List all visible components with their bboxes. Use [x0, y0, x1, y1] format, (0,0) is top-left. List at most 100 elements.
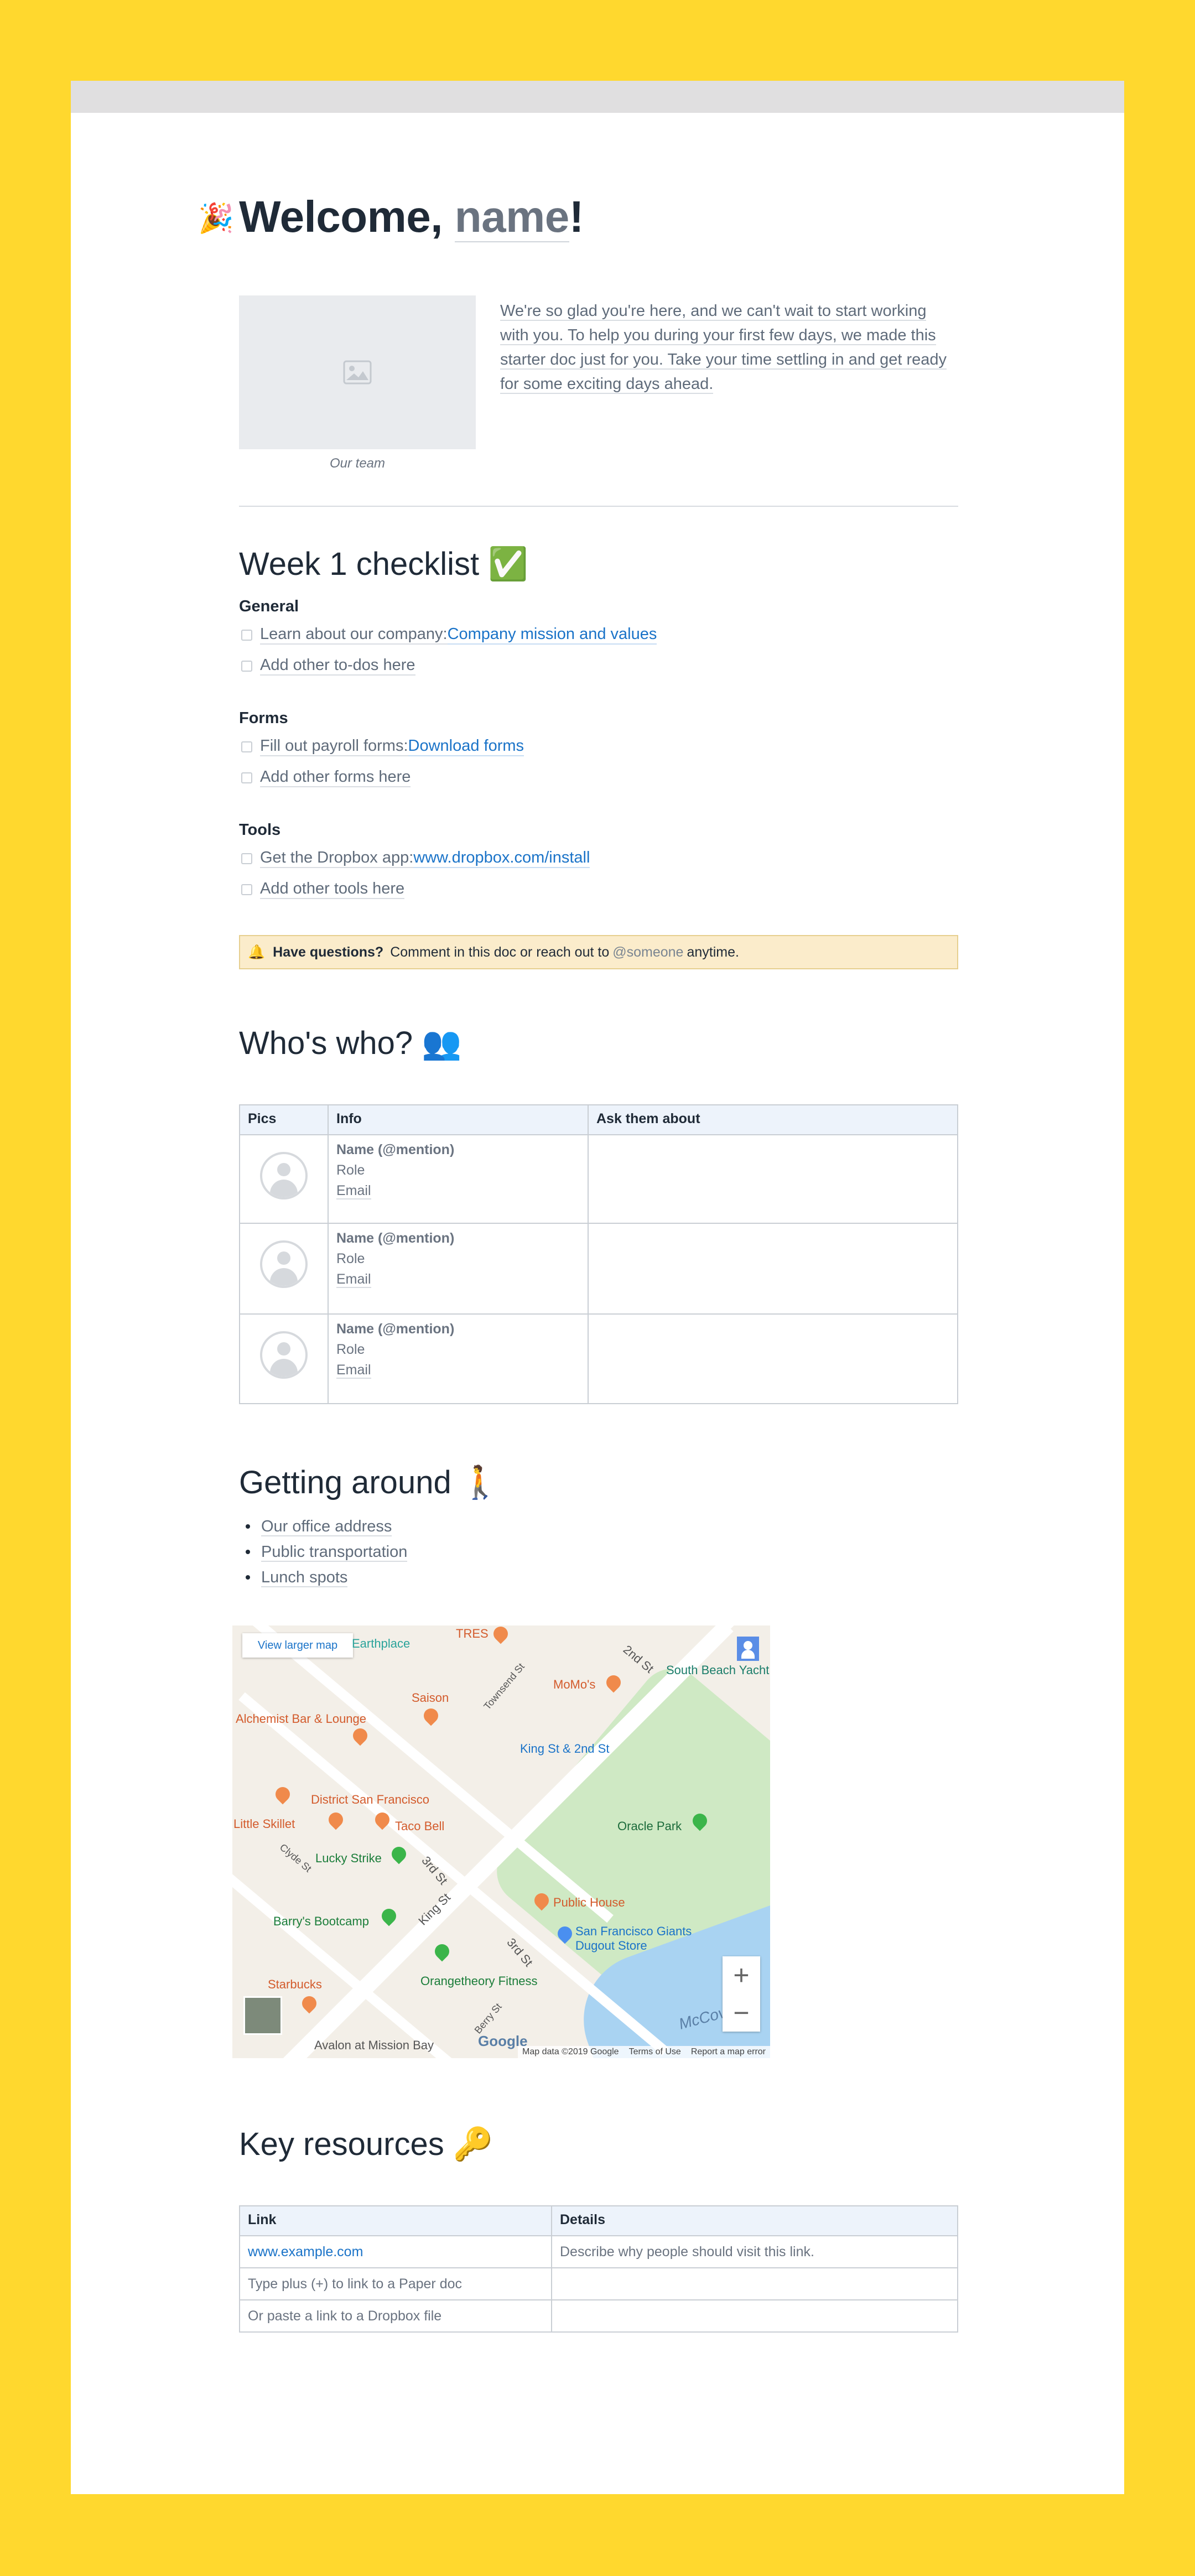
tools-heading: Tools [239, 821, 281, 839]
person-email: Email [336, 1183, 371, 1199]
list-item[interactable]: Public transportation [239, 1539, 408, 1565]
map-label: Taco Bell [395, 1819, 445, 1833]
view-larger-map-button[interactable]: View larger map [242, 1633, 353, 1658]
welcome-suffix: ! [569, 192, 584, 241]
dropbox-install-link[interactable]: www.dropbox.com/install [413, 849, 590, 868]
welcome-name[interactable]: name [454, 192, 569, 242]
checklist-title: Week 1 checklist [239, 546, 480, 582]
cafe-pin-icon[interactable] [299, 1993, 320, 2014]
person-email: Email [336, 1271, 371, 1288]
list-item[interactable]: Our office address [239, 1514, 407, 1539]
restaurant-pin-icon[interactable] [420, 1705, 441, 1726]
checkbox[interactable] [241, 853, 252, 864]
link-cell[interactable]: www.example.com [239, 2235, 552, 2268]
entertainment-pin-icon[interactable] [388, 1843, 409, 1865]
restaurant-pin-icon[interactable] [490, 1625, 511, 1644]
avatar [260, 1331, 308, 1379]
whos-who-title: Who's who? [239, 1025, 413, 1061]
link-cell[interactable]: Or paste a link to a Dropbox file [239, 2299, 552, 2333]
map-label: Orangetheory Fitness [420, 1974, 538, 1988]
map-label: King St & 2nd St [520, 1742, 610, 1756]
key-icon: 🔑 [453, 2126, 493, 2162]
details-cell[interactable] [551, 2267, 958, 2300]
checkmark-icon: ✅ [488, 546, 528, 582]
checklist-item[interactable]: Add other forms here [241, 768, 411, 787]
someone-mention[interactable]: @someone [612, 944, 683, 960]
checklist-item-text: Get the Dropbox app: [260, 849, 414, 868]
example-link[interactable]: www.example.com [248, 2244, 363, 2260]
pegman-icon[interactable] [737, 1637, 759, 1661]
getting-around-heading: Getting around 🚶 [239, 1464, 500, 1502]
person-name: Name (@mention) [336, 1321, 455, 1337]
checklist-item-text: Add other to-dos here [260, 656, 415, 676]
table-row: www.example.com Describe why people shou… [239, 2235, 958, 2268]
team-image-placeholder[interactable] [239, 295, 476, 449]
divider [239, 506, 958, 507]
ask-cell[interactable] [588, 1134, 958, 1224]
zoom-out-button[interactable]: − [723, 1994, 760, 2032]
embedded-map[interactable]: View larger map Earthplace TRES 2nd St S… [232, 1625, 770, 2058]
welcome-prefix: Welcome, [239, 192, 455, 241]
checklist-item-text: Add other forms here [260, 768, 411, 787]
restaurant-pin-icon[interactable] [603, 1672, 624, 1693]
info-cell[interactable]: Name (@mention) Role Email [328, 1223, 589, 1315]
details-cell[interactable]: Describe why people should visit this li… [551, 2235, 958, 2268]
info-cell[interactable]: Name (@mention) Role Email [328, 1134, 589, 1224]
gym-pin-icon[interactable] [378, 1905, 399, 1926]
bell-icon: 🔔 [248, 944, 266, 960]
map-data-credit: Map data ©2019 Google [522, 2047, 619, 2056]
image-icon [343, 360, 372, 385]
details-cell[interactable] [551, 2299, 958, 2333]
walking-person-icon: 🚶 [460, 1464, 501, 1500]
people-icon: 👥 [422, 1025, 462, 1061]
ask-cell[interactable] [588, 1313, 958, 1404]
column-header-link: Link [239, 2205, 552, 2236]
welcome-heading[interactable]: Welcome, name! [239, 191, 584, 242]
checkbox[interactable] [241, 741, 252, 752]
list-item[interactable]: Lunch spots [239, 1565, 407, 1590]
checklist-item-text: Add other tools here [260, 880, 405, 899]
company-mission-link[interactable]: Company mission and values [447, 625, 657, 645]
table-row: Type plus (+) to link to a Paper doc [239, 2267, 958, 2300]
report-error-link[interactable]: Report a map error [691, 2047, 766, 2057]
person-role: Role [336, 1251, 365, 1266]
getting-around-title: Getting around [239, 1464, 451, 1500]
table-row: Name (@mention) Role Email [239, 1134, 958, 1224]
pic-cell[interactable] [239, 1223, 329, 1315]
intro-paragraph: We're so glad you're here, and we can't … [500, 299, 958, 396]
checklist-item[interactable]: Add other to-dos here [241, 656, 415, 676]
restaurant-pin-icon[interactable] [272, 1784, 293, 1805]
restaurant-pin-icon[interactable] [325, 1809, 346, 1830]
link-placeholder: Type plus (+) to link to a Paper doc [248, 2276, 463, 2292]
info-cell[interactable]: Name (@mention) Role Email [328, 1313, 589, 1404]
checkbox[interactable] [241, 772, 252, 783]
gym-pin-icon[interactable] [432, 1941, 453, 1962]
checklist-item[interactable]: Learn about our company: Company mission… [241, 625, 657, 645]
terms-link[interactable]: Terms of Use [629, 2047, 681, 2057]
forms-heading: Forms [239, 709, 288, 727]
checklist-item-text: Fill out payroll forms: [260, 737, 408, 756]
download-forms-link[interactable]: Download forms [408, 737, 524, 756]
table-row: Name (@mention) Role Email [239, 1313, 958, 1404]
getting-around-list: Our office address Public transportation… [239, 1514, 408, 1590]
column-header-info: Info [328, 1104, 589, 1135]
checkbox[interactable] [241, 884, 252, 895]
whos-who-table: Pics Info Ask them about Name (@mention)… [239, 1104, 958, 1404]
street-view-thumbnail[interactable] [243, 1996, 282, 2035]
checklist-item-text: Learn about our company: [260, 625, 448, 645]
callout-bold: Have questions? [273, 944, 384, 960]
pic-cell[interactable] [239, 1134, 329, 1224]
zoom-in-button[interactable]: + [723, 1956, 760, 1994]
checkbox[interactable] [241, 660, 252, 672]
link-cell[interactable]: Type plus (+) to link to a Paper doc [239, 2267, 552, 2300]
ask-cell[interactable] [588, 1223, 958, 1315]
map-label: Earthplace [352, 1637, 411, 1650]
checklist-item[interactable]: Get the Dropbox app: www.dropbox.com/ins… [241, 849, 590, 868]
checklist-item[interactable]: Fill out payroll forms: Download forms [241, 737, 524, 756]
person-role: Role [336, 1162, 365, 1178]
person-email: Email [336, 1362, 371, 1379]
restaurant-pin-icon[interactable] [350, 1725, 371, 1746]
checklist-item[interactable]: Add other tools here [241, 880, 405, 899]
pic-cell[interactable] [239, 1313, 329, 1404]
checkbox[interactable] [241, 629, 252, 641]
